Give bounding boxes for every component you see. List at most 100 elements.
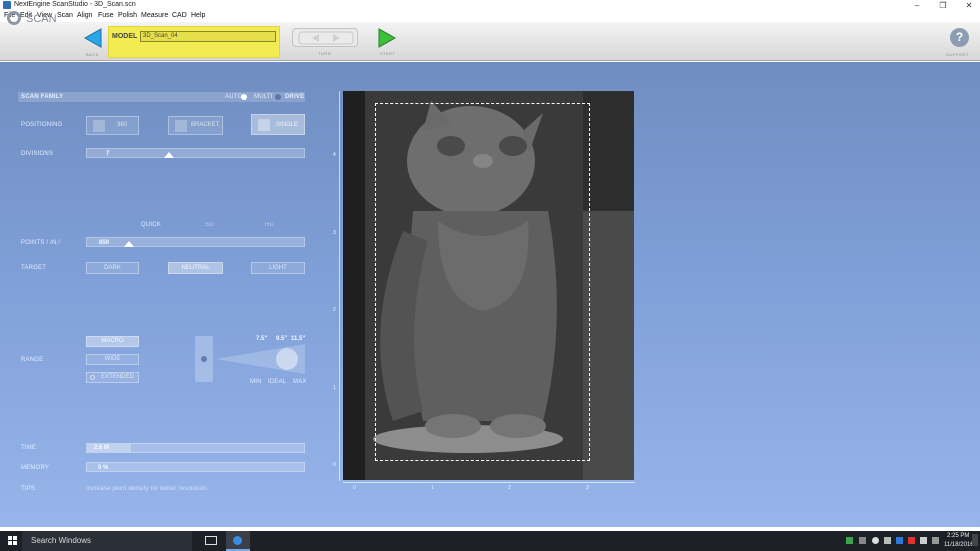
- positioning-bracket-label: BRACKET: [191, 122, 220, 128]
- points-slider-thumb[interactable]: [124, 241, 134, 248]
- turn-control[interactable]: [292, 28, 358, 47]
- start-caption: START: [380, 51, 396, 56]
- menu-cad[interactable]: CAD: [172, 12, 187, 19]
- target-label: TARGET: [21, 265, 47, 271]
- tips-text: Increase point density for better resolu…: [86, 486, 209, 492]
- ruler-x-2: 2: [508, 485, 511, 491]
- positioning-label: POSITIONING: [21, 122, 63, 128]
- drive-option[interactable]: DRIVE: [285, 94, 304, 100]
- windows-start-icon[interactable]: [8, 536, 18, 546]
- range-distance-ideal: 9.5": [276, 336, 288, 342]
- extended-checkbox-icon[interactable]: [90, 375, 95, 380]
- menu-scan[interactable]: Scan: [57, 12, 73, 19]
- tray-cloud-icon[interactable]: [872, 537, 879, 544]
- turn-caption: TURN: [318, 51, 332, 56]
- time-label: TIME: [21, 445, 37, 451]
- tray-keyboard-icon[interactable]: [932, 537, 939, 544]
- tray-time[interactable]: 2:25 PM: [947, 533, 969, 539]
- taskbar-scanstudio[interactable]: [226, 531, 250, 551]
- quality-hd[interactable]: HD: [265, 222, 274, 228]
- bracket-icon: [175, 120, 187, 132]
- ruler-y-0: 0: [333, 462, 336, 468]
- scan-brand: SCAN: [26, 13, 57, 25]
- positioning-single-button[interactable]: SINGLE: [251, 114, 305, 135]
- window-title: NextEngine ScanStudio - 3D_Scan.scn: [14, 1, 136, 8]
- quality-quick[interactable]: QUICK: [141, 222, 161, 228]
- range-distance-max: 11.5": [291, 336, 306, 342]
- show-desktop-button[interactable]: [972, 534, 978, 546]
- close-button[interactable]: ✕: [958, 0, 980, 11]
- scan-family-label: SCAN FAMILY: [21, 94, 64, 100]
- range-min-label: MIN: [250, 379, 262, 385]
- ruler-y-4: 4: [333, 152, 336, 158]
- divisions-slider[interactable]: [86, 148, 305, 158]
- positioning-360-label: 360: [117, 122, 128, 128]
- ruler-y-3: 3: [333, 230, 336, 236]
- auto-option[interactable]: AUTO: [225, 94, 242, 100]
- turntable-icon: [93, 120, 105, 132]
- scan-selection-box[interactable]: [375, 103, 590, 461]
- tray-volume-icon[interactable]: [920, 537, 927, 544]
- gear-icon: [7, 11, 21, 25]
- minimize-button[interactable]: –: [906, 0, 928, 11]
- range-label: RANGE: [21, 357, 44, 363]
- menu-align[interactable]: Align: [77, 12, 93, 19]
- menu-polish[interactable]: Polish: [118, 12, 137, 19]
- range-macro-button[interactable]: MACRO: [86, 336, 139, 347]
- target-dark-button[interactable]: DARK: [86, 262, 139, 274]
- model-label: MODEL: [112, 33, 138, 40]
- help-icon[interactable]: ?: [950, 28, 969, 47]
- memory-value: 0 %: [98, 465, 109, 471]
- tray-network-icon[interactable]: [884, 537, 891, 544]
- positioning-360-button[interactable]: 360: [86, 116, 139, 135]
- range-ideal-label: IDEAL: [268, 379, 287, 385]
- divisions-slider-thumb[interactable]: [164, 152, 174, 159]
- multi-option[interactable]: MULTI: [254, 94, 273, 100]
- positioning-single-label: SINGLE: [276, 122, 299, 128]
- divisions-label: DIVISIONS: [21, 151, 54, 157]
- points-slider[interactable]: [86, 237, 305, 247]
- menu-fuse[interactable]: Fuse: [98, 12, 114, 19]
- range-wide-button[interactable]: WIDE: [86, 354, 139, 365]
- time-bar: [86, 443, 305, 453]
- positioning-bracket-button[interactable]: BRACKET: [168, 116, 223, 135]
- ruler-x-0: 0: [353, 485, 356, 491]
- taskbar-search[interactable]: Search Windows: [22, 531, 192, 551]
- ruler-y-1: 1: [333, 385, 336, 391]
- time-value: 2.6 M: [94, 445, 110, 451]
- tray-app-icon[interactable]: [846, 537, 853, 544]
- scanstudio-icon: [233, 536, 242, 545]
- ruler-y-2: 2: [333, 307, 336, 313]
- points-label: POINTS / IN.²: [21, 240, 61, 246]
- menu-bar: File Edit View Scan Align Fuse Polish Me…: [0, 11, 980, 22]
- turn-arrows-icon: [298, 31, 354, 45]
- auto-radio[interactable]: [241, 94, 247, 100]
- title-bar: NextEngine ScanStudio - 3D_Scan.scn – ❐ …: [0, 0, 980, 11]
- tray-date[interactable]: 11/18/2016: [944, 542, 974, 548]
- ruler-vertical: [339, 91, 340, 481]
- tips-label: TIPS: [21, 486, 36, 492]
- quality-sd[interactable]: SD: [205, 222, 214, 228]
- task-view-icon[interactable]: [205, 536, 217, 545]
- menu-help[interactable]: Help: [191, 12, 205, 19]
- memory-bar: [86, 462, 305, 472]
- range-distance-min: 7.5": [256, 336, 268, 342]
- range-max-label: MAX: [293, 379, 307, 385]
- model-name-input[interactable]: 3D_Scan_04: [140, 31, 276, 42]
- multi-drive-toggle[interactable]: [275, 94, 281, 100]
- menu-measure[interactable]: Measure: [141, 12, 168, 19]
- restore-button[interactable]: ❐: [932, 0, 954, 11]
- single-icon: [258, 119, 270, 131]
- tray-alert-icon[interactable]: [908, 537, 915, 544]
- tray-settings-icon[interactable]: [859, 537, 866, 544]
- app-icon: [3, 1, 11, 9]
- target-light-button[interactable]: LIGHT: [251, 262, 305, 274]
- ruler-x-1: 1: [431, 485, 434, 491]
- ruler-horizontal: [343, 482, 635, 483]
- start-arrow-icon[interactable]: [376, 27, 398, 49]
- ruler-x-3: 3: [586, 485, 589, 491]
- target-neutral-button[interactable]: NEUTRAL: [168, 262, 223, 274]
- back-arrow-icon[interactable]: [82, 27, 104, 49]
- help-caption: SUPPORT: [946, 52, 969, 57]
- tray-dropbox-icon[interactable]: [896, 537, 903, 544]
